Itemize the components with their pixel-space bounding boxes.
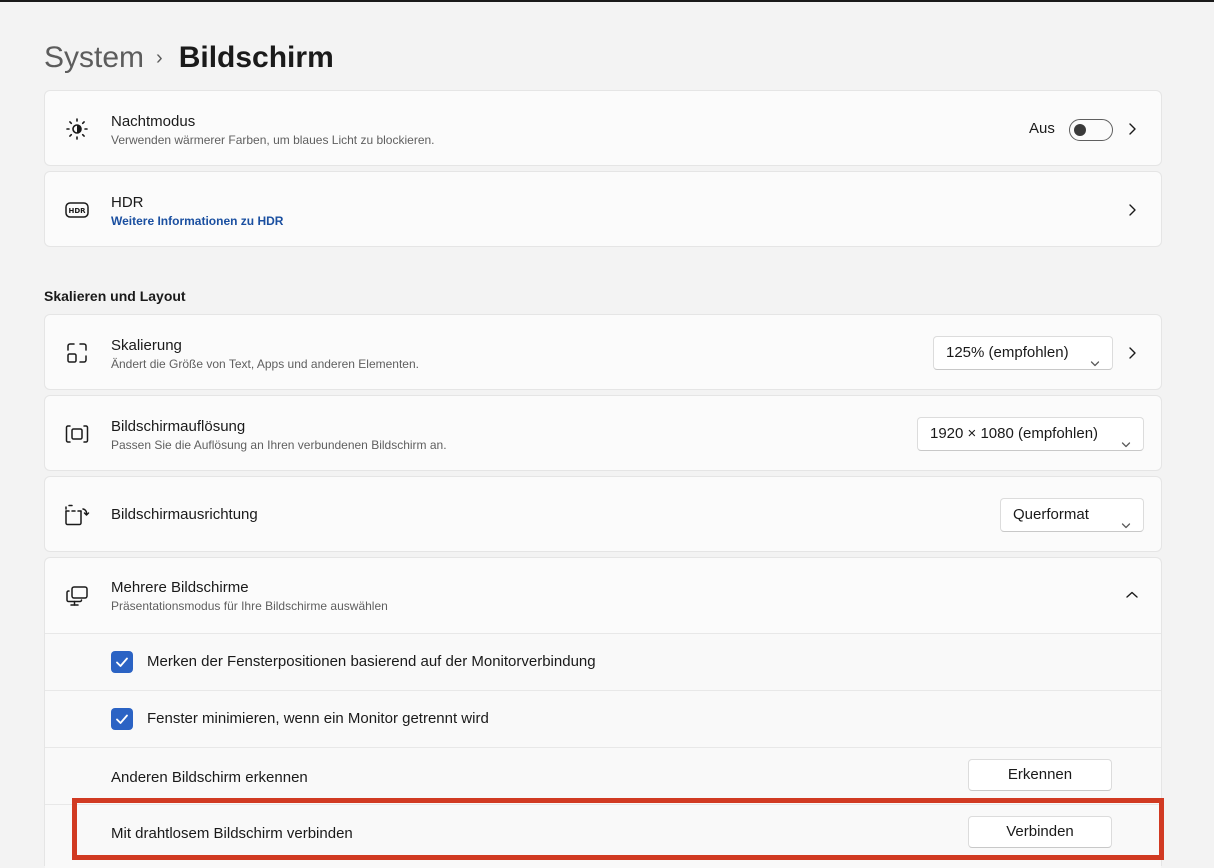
minimize-windows-checkbox[interactable] [111,708,133,730]
remember-window-positions-row[interactable]: Merken der Fensterpositionen basierend a… [45,633,1161,691]
brightness-icon [63,115,91,143]
chevron-up-icon[interactable] [1125,588,1139,602]
orientation-row[interactable]: Bildschirmausrichtung Querformat [44,476,1162,552]
orientation-icon [63,501,91,529]
night-mode-text: Nachtmodus Verwenden wärmerer Farben, um… [111,112,435,148]
minimize-windows-label: Fenster minimieren, wenn ein Monitor get… [147,710,489,727]
chevron-right-icon[interactable] [1125,122,1139,136]
resolution-dropdown[interactable]: 1920 × 1080 (empfohlen) [917,417,1144,451]
chevron-right-icon[interactable] [1125,203,1139,217]
night-mode-title: Nachtmodus [111,113,196,130]
night-mode-subtitle: Verwenden wärmerer Farben, um blaues Lic… [111,133,435,147]
resolution-title: Bildschirmauflösung [111,418,246,435]
orientation-dropdown-value: Querformat [1013,506,1089,523]
hdr-text: HDR Weitere Informationen zu HDR [111,193,283,229]
multiple-displays-subtitle: Präsentationsmodus für Ihre Bildschirme … [111,599,388,613]
hdr-row[interactable]: HDR HDR Weitere Informationen zu HDR [44,171,1162,247]
hdr-icon: HDR [63,196,91,224]
multiple-displays-text: Mehrere Bildschirme Präsentationsmodus f… [111,578,388,614]
chevron-down-icon [1090,348,1100,380]
resolution-dropdown-value: 1920 × 1080 (empfohlen) [930,425,1099,442]
breadcrumb-separator-icon: › [156,47,163,69]
detect-display-row: Anderen Bildschirm erkennen Erkennen [45,747,1161,805]
multiple-displays-icon [63,582,91,610]
hdr-title: HDR [111,194,144,211]
scaling-title: Skalierung [111,337,182,354]
page-title: System › Bildschirm [44,36,334,83]
remember-window-positions-checkbox[interactable] [111,651,133,673]
hdr-info-link[interactable]: Weitere Informationen zu HDR [111,213,283,229]
settings-page: System › Bildschirm Nachtmodus Verwenden… [44,0,1164,868]
chevron-right-icon[interactable] [1125,346,1139,360]
scaling-row[interactable]: Skalierung Ändert die Größe von Text, Ap… [44,314,1162,390]
scaling-dropdown-value: 125% (empfohlen) [946,344,1069,361]
multiple-displays-title: Mehrere Bildschirme [111,579,249,596]
scaling-text: Skalierung Ändert die Größe von Text, Ap… [111,336,419,372]
breadcrumb-current: Bildschirm [178,41,334,74]
section-heading: Skalieren und Layout [44,288,186,304]
checkmark-icon [116,657,128,667]
checkmark-icon [116,714,128,724]
resolution-row[interactable]: Bildschirmauflösung Passen Sie die Auflö… [44,395,1162,471]
toggle-knob [1074,124,1086,136]
orientation-dropdown[interactable]: Querformat [1000,498,1144,532]
breadcrumb-parent[interactable]: System [44,41,144,74]
chevron-down-icon [1121,429,1131,461]
night-mode-toggle[interactable] [1069,119,1113,141]
orientation-title: Bildschirmausrichtung [111,506,258,523]
night-mode-toggle-state: Aus [1029,120,1055,137]
scaling-dropdown[interactable]: 125% (empfohlen) [933,336,1113,370]
detect-button[interactable]: Erkennen [968,759,1112,791]
night-mode-row[interactable]: Nachtmodus Verwenden wärmerer Farben, um… [44,90,1162,166]
highlight-box [72,798,1164,860]
chevron-down-icon [1121,510,1131,542]
minimize-windows-row[interactable]: Fenster minimieren, wenn ein Monitor get… [45,690,1161,748]
remember-window-positions-label: Merken der Fensterpositionen basierend a… [147,653,596,670]
multiple-displays-header[interactable]: Mehrere Bildschirme Präsentationsmodus f… [45,558,1161,633]
scaling-subtitle: Ändert die Größe von Text, Apps und ande… [111,357,419,371]
orientation-text: Bildschirmausrichtung [111,505,258,525]
scale-icon [63,339,91,367]
svg-text:HDR: HDR [68,207,86,215]
detect-display-label: Anderen Bildschirm erkennen [111,769,308,786]
resolution-subtitle: Passen Sie die Auflösung an Ihren verbun… [111,438,447,452]
resolution-text: Bildschirmauflösung Passen Sie die Auflö… [111,417,447,453]
resolution-icon [63,420,91,448]
